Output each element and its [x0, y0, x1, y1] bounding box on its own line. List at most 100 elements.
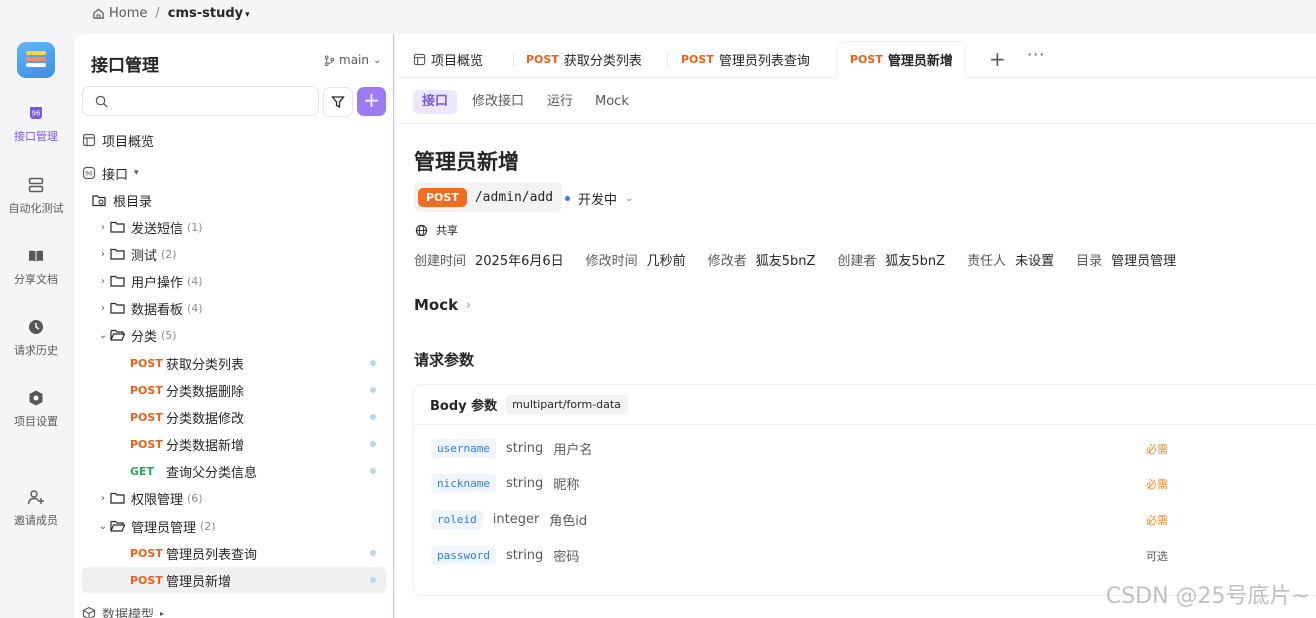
globe-icon: [415, 224, 428, 236]
breadcrumb-project[interactable]: cms-study ▾: [168, 6, 250, 21]
settings-icon: [29, 390, 43, 406]
breadcrumb-project-label: cms-study: [167, 6, 244, 21]
tab-bar: 项目概览 POST 获取分类列表 POST 管理员列表查询 POST 管理员新增…: [395, 34, 1316, 78]
tab-admin-list-query[interactable]: POST 管理员列表查询: [669, 41, 822, 78]
param-type: string: [505, 547, 544, 563]
top-bar: Home / cms-study ▾: [0, 0, 1316, 30]
rail-item-invite[interactable]: 邀请成员: [0, 488, 72, 528]
chevron-right-icon: ›: [101, 275, 105, 287]
meta-value: 管理员管理: [1111, 254, 1177, 269]
tree-item-label: 用户操作: [131, 275, 184, 291]
tree-item-label: 测试: [131, 248, 158, 264]
chevron-right-icon: ›: [101, 248, 105, 260]
param-desc: 角色id: [549, 513, 588, 529]
chevron-right-icon: ›: [101, 302, 105, 314]
tab-label: 获取分类列表: [563, 54, 642, 69]
tree-folder-permissions[interactable]: › 权限管理 (6): [82, 485, 386, 511]
meta-key: 责任人: [967, 254, 1007, 269]
tree-item-api-root[interactable]: 96 接口 ▾: [82, 160, 386, 186]
add-user-icon: [27, 490, 44, 505]
rail-item-api[interactable]: 96 接口管理: [0, 104, 72, 144]
cube-icon: [82, 606, 96, 618]
chevron-down-icon: ⌄: [98, 329, 108, 341]
tab-admin-add[interactable]: POST 管理员新增: [837, 41, 966, 78]
tab-divider: [667, 52, 668, 68]
meta-key: 修改时间: [585, 254, 638, 269]
method-tag: POST: [130, 573, 163, 587]
tree-item-label: 根目录: [113, 194, 153, 210]
rail-item-docs[interactable]: 分享文档: [0, 247, 72, 287]
book-icon: [29, 250, 43, 262]
method-tag: POST: [130, 410, 163, 424]
subtab-mock[interactable]: Mock: [586, 90, 638, 114]
method-tag: GET: [130, 464, 155, 478]
breadcrumb-separator: /: [155, 6, 160, 21]
tree-api-item[interactable]: POST 管理员列表查询: [82, 540, 386, 566]
param-row[interactable]: roleid integer 角色id 必需: [431, 508, 1191, 530]
panel-title: 接口管理: [91, 56, 159, 76]
params-header: Body 参数 multipart/form-data: [414, 385, 1316, 425]
add-button[interactable]: +: [357, 87, 386, 116]
mock-section-toggle[interactable]: Mock ›: [414, 296, 471, 314]
param-name: nickname: [431, 473, 496, 493]
status-dot: [370, 360, 376, 366]
new-tab-button[interactable]: +: [989, 47, 1006, 71]
rail-item-label: 分享文档: [14, 273, 58, 286]
tree-api-item-selected[interactable]: POST 管理员新增: [82, 567, 386, 593]
method-tag: POST: [130, 383, 163, 397]
tree-api-item[interactable]: POST 分类数据修改: [82, 404, 386, 430]
subtab-run[interactable]: 运行: [538, 90, 582, 114]
tree-api-item[interactable]: GET 查询父分类信息: [82, 458, 386, 484]
rail-item-label: 项目设置: [14, 415, 58, 428]
subtab-edit[interactable]: 修改接口: [463, 90, 533, 114]
subtab-api[interactable]: 接口: [413, 90, 458, 114]
folder-icon: [110, 302, 125, 314]
tree-item-count: (6): [187, 491, 203, 505]
tree-item-label: 获取分类列表: [166, 357, 245, 373]
tree-folder-category[interactable]: ⌄ 分类 (5): [82, 322, 386, 348]
tree-item-count: (2): [200, 519, 216, 533]
breadcrumb-home[interactable]: Home: [92, 6, 147, 21]
status-dot: [370, 468, 376, 474]
tree-folder-sms[interactable]: › 发送短信 (1): [82, 214, 386, 240]
tree-api-item[interactable]: POST 分类数据删除: [82, 377, 386, 403]
caret-right-icon: ▸: [160, 608, 165, 618]
meta-value: 2025年6月6日: [475, 254, 564, 269]
tree-api-item[interactable]: POST 获取分类列表: [82, 350, 386, 376]
folder-icon: [110, 221, 125, 233]
param-row[interactable]: password string 密码 可选: [431, 544, 1191, 566]
tab-overview[interactable]: 项目概览: [401, 41, 495, 78]
api-tree-panel: 接口管理 main ⌄ + 项目概览 96 接口 ▾ 根目录 › 发送短信 (1…: [74, 34, 394, 618]
tree-folder-test[interactable]: › 测试 (2): [82, 241, 386, 267]
filter-icon: [331, 96, 345, 109]
param-row[interactable]: nickname string 昵称 必需: [431, 472, 1191, 494]
param-type: integer: [492, 511, 540, 527]
tree-item-overview[interactable]: 项目概览: [82, 127, 386, 153]
more-tabs-button[interactable]: ···: [1027, 45, 1045, 64]
filter-button[interactable]: [323, 87, 353, 117]
tree-item-data-model[interactable]: 数据模型 ▸: [82, 600, 386, 618]
share-indicator[interactable]: 共享: [415, 222, 458, 238]
tree-folder-dashboard[interactable]: › 数据看板 (4): [82, 295, 386, 321]
plus-icon: +: [989, 47, 1006, 71]
branch-selector[interactable]: main ⌄: [324, 53, 381, 67]
rail-item-history[interactable]: 请求历史: [0, 318, 72, 358]
rail-item-settings[interactable]: 项目设置: [0, 389, 72, 429]
rail-item-label: 请求历史: [14, 344, 58, 357]
tree-item-label: 数据模型: [102, 607, 155, 618]
tree-api-item[interactable]: POST 分类数据新增: [82, 431, 386, 457]
tree-folder-admin[interactable]: ⌄ 管理员管理 (2): [82, 513, 386, 539]
meta-value: 狐友5bnZ: [885, 254, 946, 269]
rail-item-automation[interactable]: 自动化测试: [0, 176, 72, 216]
tree-folder-user-ops[interactable]: › 用户操作 (4): [82, 268, 386, 294]
meta-key: 修改者: [707, 254, 747, 269]
param-row[interactable]: username string 用户名 必需: [431, 437, 1191, 459]
param-desc: 昵称: [553, 477, 580, 493]
search-input[interactable]: [113, 91, 308, 111]
tab-get-category-list[interactable]: POST 获取分类列表: [514, 41, 654, 78]
tree-item-root-dir[interactable]: 根目录: [82, 187, 386, 213]
chevron-right-icon: ›: [101, 221, 105, 233]
tree-item-label: 管理员新增: [166, 574, 232, 590]
status-selector[interactable]: 开发中 ⌄: [565, 189, 633, 208]
body-label: Body 参数: [430, 399, 498, 414]
